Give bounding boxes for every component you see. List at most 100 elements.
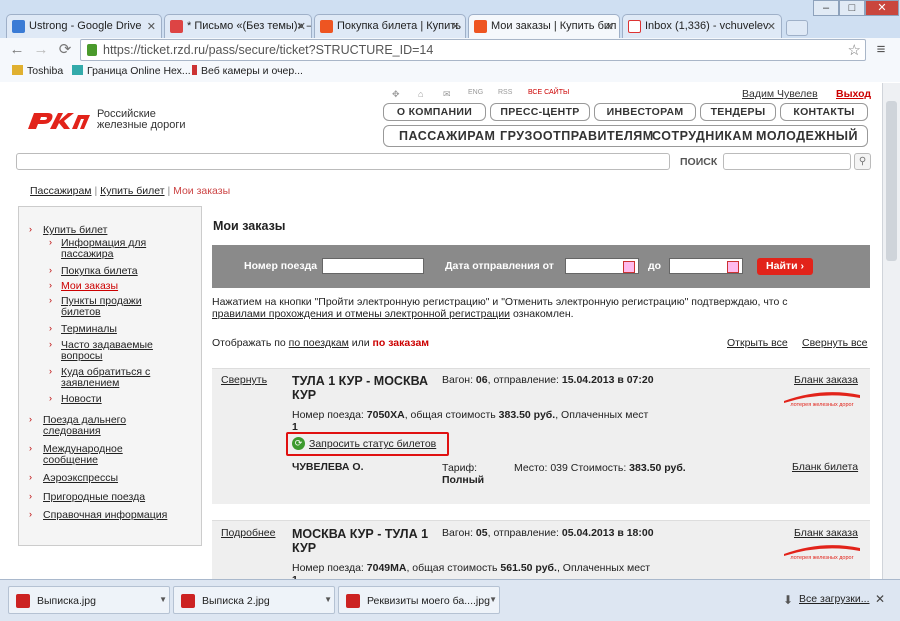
page-title: Мои заказы (213, 219, 286, 233)
rzd-logo[interactable] (26, 109, 92, 133)
close-window-button[interactable]: ✕ (865, 0, 899, 16)
download-item[interactable]: Выписка 2.jpg ▼ (173, 586, 335, 614)
back-button[interactable]: ← (8, 41, 26, 59)
display-by-trains-link[interactable]: по поездкам (289, 337, 349, 349)
display-mode: Отображать по по поездкам или по заказам (212, 337, 430, 349)
tab-buy-ticket[interactable]: Покупка билета | Купить ✕ (314, 14, 466, 38)
minimize-button[interactable]: – (813, 0, 839, 16)
reload-button[interactable]: ⟳ (56, 41, 74, 59)
close-icon[interactable]: ✕ (605, 20, 614, 33)
sidebar-item-long-distance[interactable]: Поезда дальнего следования (43, 415, 163, 437)
close-icon[interactable]: ✕ (767, 20, 776, 33)
browser-toolbar: ← → ⟳ https://ticket.rzd.ru/pass/secure/… (0, 38, 900, 62)
sidebar-item-buy-ticket[interactable]: Купить билет (43, 225, 107, 236)
rzd-icon (474, 20, 487, 33)
breadcrumb-buy-ticket[interactable]: Купить билет (100, 185, 164, 197)
order-form-link[interactable]: Бланк заказа (794, 374, 858, 386)
all-downloads-link[interactable]: Все загрузки... (799, 593, 870, 605)
order-card: Свернуть ТУЛА 1 КУР - МОСКВА КУР Вагон: … (212, 368, 870, 504)
image-file-icon (181, 594, 195, 608)
gmail-icon (628, 20, 641, 33)
find-button[interactable]: Найти › (757, 258, 813, 275)
expand-all-link[interactable]: Открыть все (727, 337, 788, 349)
close-icon[interactable]: ✕ (297, 20, 306, 33)
chevron-down-icon[interactable]: ▼ (489, 595, 497, 604)
user-name-link[interactable]: Вадим Чувелев (742, 88, 818, 100)
tab-gmail-inbox[interactable]: Inbox (1,336) - vchuvelev ✕ (622, 14, 782, 38)
calendar-icon[interactable] (623, 261, 635, 273)
nav-youth[interactable]: МОЛОДЕЖНЫЙ (756, 126, 858, 146)
bullet-icon: › (49, 339, 52, 349)
calendar-icon[interactable] (727, 261, 739, 273)
lang-eng-link[interactable]: ENG (468, 89, 483, 96)
bullet-icon: › (49, 265, 52, 275)
nav-shippers[interactable]: ГРУЗООТПРАВИТЕЛЯМ (500, 126, 654, 146)
registration-rules-link[interactable]: правилами прохождения и отмены электронн… (212, 308, 510, 320)
order-form-link[interactable]: Бланк заказа (794, 527, 858, 539)
chevron-down-icon[interactable]: ▼ (159, 595, 167, 604)
sidebar-item-sale-points[interactable]: Пункты продажи билетов (61, 296, 171, 318)
bookmark-web-cameras[interactable]: Веб камеры и очер... (192, 65, 303, 77)
sidebar-item-complaints[interactable]: Куда обратиться с заявлением (61, 367, 171, 389)
sidebar-item-suburban[interactable]: Пригородные поезда (43, 492, 145, 503)
sidebar-item-ticket-purchase[interactable]: Покупка билета (61, 266, 138, 277)
forward-button[interactable]: → (32, 41, 50, 59)
sidebar-item-international[interactable]: Международное сообщение (43, 444, 163, 466)
ticket-form-link[interactable]: Бланк билета (792, 461, 858, 473)
sidebar-item-aeroexpress[interactable]: Аэроэкспрессы (43, 473, 118, 484)
tab-yandex-mail[interactable]: * Письмо «(Без темы)» — ✕ (164, 14, 312, 38)
sidebar-item-news[interactable]: Новости (61, 394, 102, 405)
all-sites-link[interactable]: ВСЕ САЙТЫ (528, 89, 569, 96)
tab-google-drive[interactable]: Ustrong - Google Drive ✕ (6, 14, 162, 38)
vertical-scrollbar[interactable] (882, 83, 900, 579)
site-wide-input[interactable] (16, 153, 670, 170)
download-item[interactable]: Выписка.jpg ▼ (8, 586, 170, 614)
nav-press-center[interactable]: ПРЕСС-ЦЕНТР (490, 103, 590, 121)
bookmark-granitsa[interactable]: Граница Online Нех... (72, 65, 191, 77)
train-info: Номер поезда: 7050ХА, общая стоимость 38… (292, 409, 649, 433)
menu-icon[interactable]: ≡ (872, 41, 890, 59)
nav-passengers[interactable]: ПАССАЖИРАМ (399, 126, 495, 146)
sidebar-item-terminals[interactable]: Терминалы (61, 324, 117, 335)
date-from-input[interactable] (565, 258, 639, 274)
breadcrumb-passengers[interactable]: Пассажирам (30, 185, 92, 197)
chevron-down-icon[interactable]: ▼ (324, 595, 332, 604)
download-arrow-icon: ⬇ (783, 593, 794, 607)
nav-contacts[interactable]: КОНТАКТЫ (780, 103, 868, 121)
nav-employees[interactable]: СОТРУДНИКАМ (652, 126, 753, 146)
rss-link[interactable]: RSS (498, 89, 512, 96)
nav-tenders[interactable]: ТЕНДЕРЫ (700, 103, 776, 121)
sidebar-item-faq[interactable]: Часто задаваемые вопросы (61, 340, 171, 362)
address-bar[interactable]: https://ticket.rzd.ru/pass/secure/ticket… (80, 39, 866, 61)
close-icon[interactable]: ✕ (147, 20, 156, 33)
search-icon[interactable]: ⚲ (854, 153, 871, 170)
nav-about-company[interactable]: О КОМПАНИИ (383, 103, 486, 121)
sidebar-item-my-orders[interactable]: Мои заказы (61, 281, 118, 292)
sitemap-icon[interactable]: ✥ (392, 89, 400, 100)
mail-icon[interactable]: ✉ (443, 89, 451, 100)
collapse-all-link[interactable]: Свернуть все (802, 337, 868, 349)
collapse-order-link[interactable]: Свернуть (221, 374, 267, 386)
sidebar-item-passenger-info[interactable]: Информация для пассажира (61, 238, 171, 260)
train-number-input[interactable] (322, 258, 424, 274)
date-to-input[interactable] (669, 258, 743, 274)
departure-info: Вагон: 06, отправление: 15.04.2013 в 07:… (442, 374, 654, 386)
lottery-logo: лотерея железных дорог (782, 391, 862, 411)
order-details-link[interactable]: Подробнее (221, 527, 275, 539)
home-icon[interactable]: ⌂ (418, 89, 423, 99)
star-icon[interactable]: ☆ (848, 41, 861, 59)
download-item[interactable]: Реквизиты моего ба....jpg ▼ (338, 586, 500, 614)
close-downloads-icon[interactable]: ✕ (875, 592, 885, 606)
sidebar-item-reference[interactable]: Справочная информация (43, 510, 167, 521)
scrollbar-thumb[interactable] (886, 101, 897, 261)
maximize-button[interactable]: □ (839, 0, 865, 16)
new-tab-button[interactable] (786, 20, 808, 36)
nav-investors[interactable]: ИНВЕСТОРАМ (594, 103, 696, 121)
close-icon[interactable]: ✕ (451, 20, 460, 33)
logout-link[interactable]: Выход (836, 88, 871, 100)
tab-label: Ustrong - Google Drive (29, 20, 142, 32)
request-ticket-status-button[interactable]: ⟳ Запросить статус билетов (286, 432, 449, 456)
bookmark-toshiba[interactable]: Toshiba (12, 65, 63, 77)
search-input[interactable] (723, 153, 851, 170)
tab-my-orders[interactable]: Мои заказы | Купить бил ✕ (468, 14, 620, 38)
